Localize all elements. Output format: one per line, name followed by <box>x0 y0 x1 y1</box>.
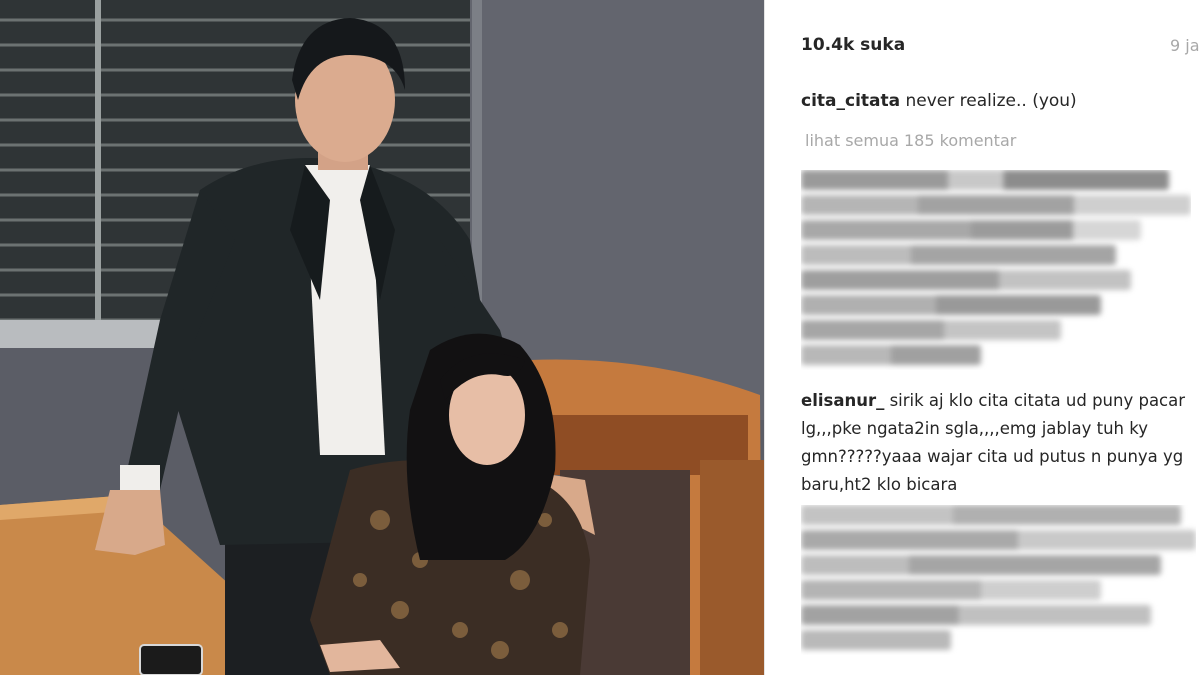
comments-panel: 10.4k suka 9 ja cita_citata never realiz… <box>764 0 1200 675</box>
post-date: 9 ja <box>1170 36 1200 55</box>
view-all-comments-link[interactable]: lihat semua 185 komentar <box>805 131 1016 150</box>
redacted-comment <box>801 505 1196 655</box>
comment-username[interactable]: elisanur_ <box>801 391 884 410</box>
photo-illustration <box>0 0 764 675</box>
caption-username[interactable]: cita_citata <box>801 91 900 111</box>
redacted-comment <box>801 170 1191 370</box>
likes-count[interactable]: 10.4k suka <box>801 35 905 55</box>
caption-text: never realize.. (you) <box>900 91 1077 111</box>
comment-item: elisanur_ sirik aj klo cita citata ud pu… <box>801 387 1193 499</box>
post-photo <box>0 0 764 675</box>
post-caption: cita_citata never realize.. (you) <box>801 91 1077 111</box>
